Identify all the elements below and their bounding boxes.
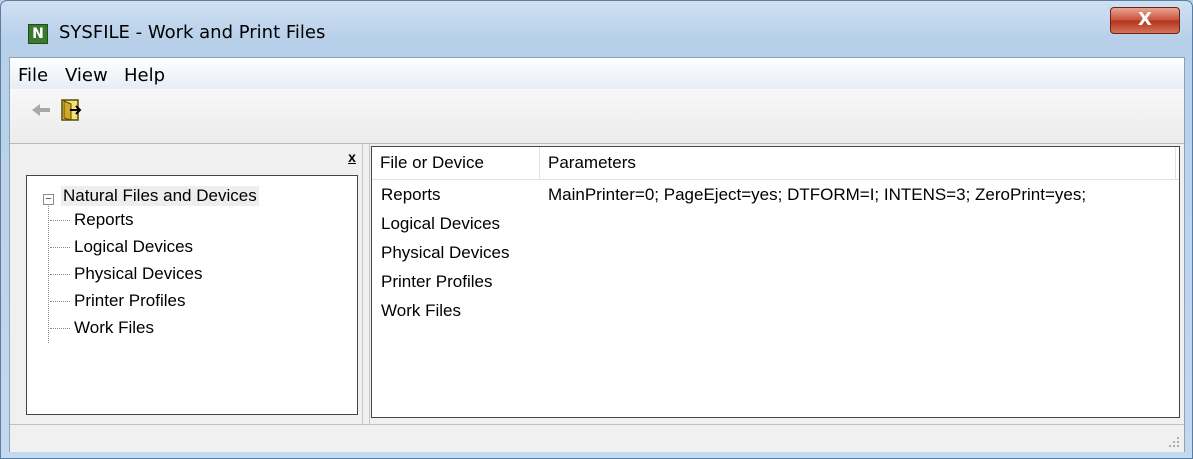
resize-grip-icon[interactable] (1168, 436, 1180, 448)
tree-item-label: Work Files (74, 318, 154, 337)
tree-item-reports[interactable]: Reports (50, 210, 134, 230)
collapse-toggle-icon[interactable]: − (43, 194, 54, 205)
tree-item-logical-devices[interactable]: Logical Devices (50, 237, 193, 257)
tree-item-label: Physical Devices (74, 264, 203, 283)
toolbar (10, 89, 1184, 144)
status-bar (10, 424, 1184, 452)
exit-door-icon[interactable] (60, 98, 82, 122)
cell-name: Printer Profiles (381, 272, 493, 291)
tree-item-printer-profiles[interactable]: Printer Profiles (50, 291, 185, 311)
tree-item-label: Logical Devices (74, 237, 194, 256)
cell-name: Physical Devices (381, 243, 510, 262)
tree-root-item[interactable]: Natural Files and Devices (61, 186, 259, 206)
column-header-parameters[interactable]: Parameters (540, 147, 1176, 179)
app-icon: N (28, 24, 48, 44)
tree-item-label: Printer Profiles (74, 291, 186, 310)
title-bar[interactable]: N SYSFILE - Work and Print Files X (1, 1, 1192, 57)
pane-splitter[interactable] (362, 144, 370, 424)
back-arrow-icon[interactable] (30, 99, 60, 121)
tree-view[interactable]: − Natural Files and Devices Reports Logi… (26, 175, 358, 415)
cell-name: Logical Devices (381, 214, 501, 233)
tree-item-physical-devices[interactable]: Physical Devices (50, 264, 203, 284)
close-window-button[interactable]: X (1110, 7, 1180, 34)
list-header: File or Device Parameters (372, 147, 1179, 180)
client-area: File View Help x − Natural Files and Dev… (9, 57, 1185, 452)
close-pane-icon[interactable]: x (345, 150, 359, 165)
tree-item-work-files[interactable]: Work Files (50, 318, 154, 338)
window-title: SYSFILE - Work and Print Files (59, 22, 326, 43)
details-list[interactable]: File or Device Parameters Reports MainPr… (371, 146, 1180, 418)
menu-view[interactable]: View (65, 65, 108, 86)
cell-name: Reports (381, 185, 441, 204)
content-panes: x − Natural Files and Devices Reports Lo… (10, 144, 1184, 424)
cell-params: MainPrinter=0; PageEject=yes; DTFORM=I; … (548, 185, 1087, 204)
tree-connector-line (48, 206, 49, 343)
column-header-file-or-device[interactable]: File or Device (372, 147, 540, 179)
menu-file[interactable]: File (18, 65, 48, 86)
tree-item-label: Reports (74, 210, 134, 229)
menu-bar: File View Help (10, 58, 1184, 90)
cell-name: Work Files (381, 301, 461, 320)
menu-help[interactable]: Help (124, 65, 165, 86)
tree-pane: x − Natural Files and Devices Reports Lo… (24, 149, 361, 417)
main-window: N SYSFILE - Work and Print Files X File … (0, 0, 1193, 459)
